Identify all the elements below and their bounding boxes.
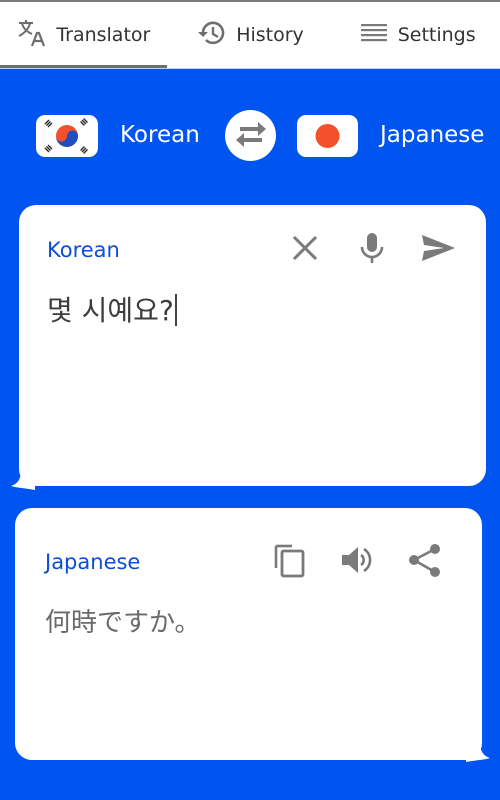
speaker-icon — [339, 542, 375, 582]
source-text-input[interactable]: 몇 시예요? — [47, 289, 457, 329]
tab-label: Settings — [397, 24, 476, 46]
translation-card: Japanese 何時ですか。 — [15, 508, 490, 762]
copy-button[interactable] — [270, 542, 310, 582]
source-language-label[interactable]: Korean — [120, 122, 200, 148]
source-text-card: Korean 몇 시예요? — [11, 205, 486, 490]
divider — [0, 68, 500, 69]
tab-bar: Translator History Settings — [0, 2, 500, 68]
source-card-language: Korean — [47, 238, 120, 262]
bubble-tail — [466, 742, 490, 762]
microphone-icon — [354, 230, 390, 270]
tab-label: Translator — [56, 24, 151, 46]
target-language-label[interactable]: Japanese — [380, 122, 484, 148]
language-bar: Korean Japanese — [0, 105, 500, 167]
swap-icon — [234, 119, 268, 153]
share-icon — [407, 542, 443, 582]
tab-label: History — [236, 24, 304, 46]
bubble-tail — [11, 470, 35, 490]
send-icon — [420, 230, 456, 270]
swap-languages-button[interactable] — [225, 110, 276, 161]
target-card-language: Japanese — [45, 550, 141, 574]
south-korea-flag-icon[interactable] — [36, 115, 98, 157]
menu-icon — [358, 17, 390, 54]
tab-settings[interactable]: Settings — [333, 2, 500, 68]
send-button[interactable] — [418, 230, 458, 270]
clear-button[interactable] — [285, 230, 325, 270]
japan-flag-icon[interactable] — [297, 115, 358, 157]
microphone-button[interactable] — [352, 230, 392, 270]
speak-button[interactable] — [337, 542, 377, 582]
tab-history[interactable]: History — [167, 2, 334, 68]
history-icon — [196, 17, 228, 54]
clear-icon — [287, 230, 323, 270]
text-cursor — [174, 294, 177, 326]
source-text: 몇 시예요? — [47, 294, 174, 327]
translate-icon — [16, 17, 48, 54]
share-button[interactable] — [405, 542, 445, 582]
copy-icon — [272, 542, 308, 582]
translated-text: 何時ですか。 — [45, 608, 201, 638]
tab-translator[interactable]: Translator — [0, 2, 167, 68]
